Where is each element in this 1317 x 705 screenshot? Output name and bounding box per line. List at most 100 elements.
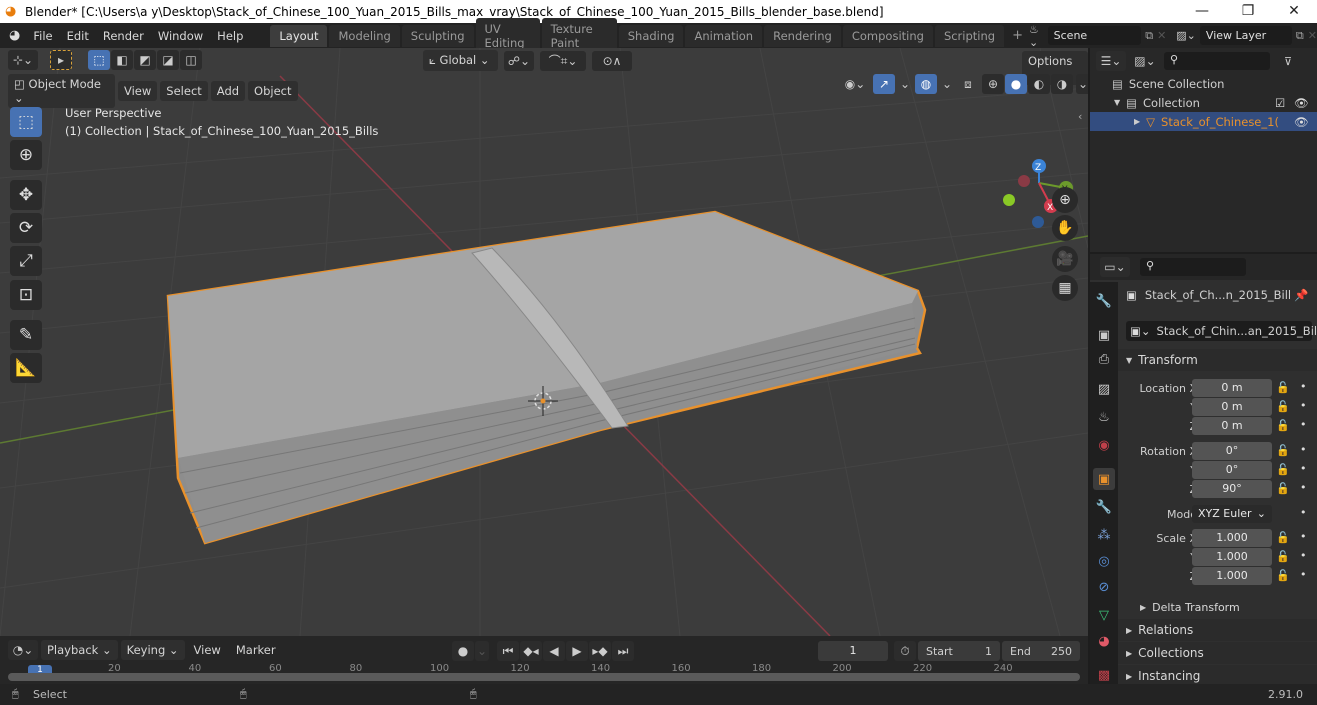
pan-view-icon[interactable]: ✋ <box>1052 215 1078 241</box>
lock-icon[interactable]: 🔓 <box>1276 531 1290 544</box>
select-invert-icon[interactable]: ◪ <box>157 50 179 70</box>
lock-icon[interactable]: 🔓 <box>1276 419 1290 432</box>
tool-transform[interactable]: ⊡ <box>10 280 42 310</box>
object-tab-icon[interactable]: ▣ <box>1093 468 1115 490</box>
tab-layout[interactable]: Layout <box>270 24 328 47</box>
menu-window[interactable]: Window <box>151 29 210 43</box>
rotation-x-field[interactable]: 0° <box>1192 442 1272 460</box>
play-reverse-icon[interactable]: ◀ <box>543 641 565 661</box>
overlay-dropdown-icon[interactable]: ⌄ <box>940 74 954 94</box>
scene-field[interactable]: Scene <box>1047 26 1142 45</box>
gizmo-neg-y-axis[interactable] <box>1003 194 1015 206</box>
keyframe-dot-icon[interactable]: • <box>1300 418 1307 431</box>
relations-panel-header[interactable]: ▶ Relations <box>1118 619 1317 641</box>
delete-scene-icon[interactable]: ✕ <box>1157 29 1166 42</box>
overlay-toggle-icon[interactable]: ◍ <box>915 74 937 94</box>
exclude-checkbox[interactable]: ☑ <box>1275 96 1285 110</box>
end-frame-field[interactable]: End 250 <box>1002 641 1080 661</box>
keying-set-dropdown-icon[interactable]: ⌄ <box>475 641 489 661</box>
menu-render[interactable]: Render <box>96 29 151 43</box>
object-data-field[interactable]: ▣⌄ Stack_of_Chin...an_2015_Bills <box>1126 321 1317 341</box>
pin-icon[interactable]: 📌 <box>1294 288 1308 302</box>
current-frame-field[interactable]: 1 <box>818 641 888 661</box>
keyframe-dot-icon[interactable]: • <box>1300 549 1307 562</box>
keyframe-dot-icon[interactable]: • <box>1300 399 1307 412</box>
orientation-dropdown[interactable]: ⟀ Global ⌄ <box>423 50 498 71</box>
keyframe-dot-icon[interactable]: • <box>1300 481 1307 494</box>
object-visibility-eye-icon[interactable]: 👁 <box>1294 115 1309 129</box>
mode-dropdown[interactable]: ◰ Object Mode ⌄ <box>8 74 115 108</box>
view-layer-filter-icon[interactable]: ▨⌄ <box>1130 51 1160 71</box>
select-intersect-icon[interactable]: ◫ <box>180 50 202 70</box>
3d-viewport[interactable]: Z Y X ⊹⌄ ▸ ⬚ ◧ ◩ ◪ ◫ ⟀ Global ⌄ ☍⌄ ⌒⌗⌄ ⊙… <box>0 48 1088 636</box>
tool-annotate[interactable]: ✎ <box>10 320 42 350</box>
gizmo-dropdown-icon[interactable]: ⌄ <box>898 74 912 94</box>
data-tab-icon[interactable]: ▽ <box>1093 604 1115 626</box>
gizmo-neg-x-axis[interactable] <box>1018 175 1030 187</box>
location-x-field[interactable]: 0 m <box>1192 379 1272 397</box>
keyframe-dot-icon[interactable]: • <box>1300 462 1307 475</box>
add-workspace-button[interactable]: + <box>1012 28 1023 43</box>
shading-dropdown-icon[interactable]: ⌄ <box>1076 74 1088 94</box>
outliner-collection[interactable]: ▼ ▤ Collection ☑ 👁 <box>1090 93 1317 112</box>
world-tab-icon[interactable]: ◉ <box>1093 434 1115 456</box>
keyframe-dot-icon[interactable]: • <box>1300 443 1307 456</box>
delta-transform-subpanel[interactable]: ▶ Delta Transform <box>1118 596 1317 618</box>
tab-animation[interactable]: Animation <box>685 24 763 47</box>
keying-dropdown[interactable]: Keying ⌄ <box>120 640 185 660</box>
gizmo-toggle-icon[interactable]: ↗ <box>873 74 895 94</box>
new-scene-icon[interactable]: ⧉ <box>1145 29 1153 43</box>
orthographic-toggle-icon[interactable]: ▦ <box>1052 275 1078 301</box>
view-layer-icon[interactable]: ▨⌄ <box>1176 29 1196 42</box>
keyframe-dot-icon[interactable]: • <box>1300 568 1307 581</box>
particles-tab-icon[interactable]: ⁂ <box>1093 524 1115 546</box>
play-icon[interactable]: ▶ <box>566 641 588 661</box>
lock-icon[interactable]: 🔓 <box>1276 482 1290 495</box>
render-tab-icon[interactable]: ▣ <box>1093 324 1115 346</box>
auto-keying-icon[interactable]: ● <box>452 641 474 661</box>
scale-x-field[interactable]: 1.000 <box>1192 529 1272 547</box>
select-extend-icon[interactable]: ◧ <box>111 50 133 70</box>
visibility-icon[interactable]: ◉⌄ <box>840 74 870 94</box>
keyframe-dot-icon[interactable]: • <box>1300 380 1307 393</box>
lock-icon[interactable]: 🔓 <box>1276 550 1290 563</box>
sidebar-toggle-icon[interactable]: ‹ <box>1078 110 1082 123</box>
view-layer-field[interactable]: View Layer <box>1199 26 1292 45</box>
jump-start-icon[interactable]: ⏮ <box>497 641 519 661</box>
menu-select[interactable]: Select <box>160 81 208 101</box>
prev-keyframe-icon[interactable]: ◆◂ <box>520 641 542 661</box>
expand-arrow-icon[interactable]: ▶ <box>1134 117 1140 126</box>
wireframe-shading-icon[interactable]: ⊕ <box>982 74 1004 94</box>
visibility-eye-icon[interactable]: 👁 <box>1294 96 1309 110</box>
bill-stack-object[interactable] <box>166 210 927 545</box>
lock-icon[interactable]: 🔓 <box>1276 463 1290 476</box>
lock-icon[interactable]: 🔓 <box>1276 569 1290 582</box>
outliner-search-input[interactable]: ⚲ <box>1164 52 1270 70</box>
collapse-arrow-icon[interactable]: ▼ <box>1114 98 1120 107</box>
camera-view-icon[interactable]: 🎥 <box>1052 246 1078 272</box>
physics-tab-icon[interactable]: ◎ <box>1093 550 1115 572</box>
frame-ruler[interactable]: 1 20 40 60 80 100 120 140 160 180 200 220 240 <box>0 663 1088 684</box>
tool-cursor[interactable]: ⊕ <box>10 140 42 170</box>
preview-range-icon[interactable]: ⏱ <box>894 641 916 661</box>
filter-icon[interactable]: ⊽ <box>1284 55 1292 68</box>
timeline-menu-marker[interactable]: Marker <box>230 640 282 660</box>
collections-panel-header[interactable]: ▶ Collections <box>1118 642 1317 664</box>
minimize-button[interactable]: — <box>1179 0 1225 23</box>
editor-type-icon[interactable]: ▭⌄ <box>1100 257 1130 277</box>
tool-select-box[interactable]: ⬚ <box>10 107 42 137</box>
properties-search-input[interactable]: ⚲ <box>1140 258 1246 276</box>
jump-end-icon[interactable]: ⏭ <box>612 641 634 661</box>
menu-object[interactable]: Object <box>248 81 298 101</box>
constraints-tab-icon[interactable]: ⊘ <box>1093 576 1115 598</box>
close-button[interactable]: ✕ <box>1271 0 1317 23</box>
tab-rendering[interactable]: Rendering <box>764 24 841 47</box>
menu-view[interactable]: View <box>118 81 158 101</box>
timeline-editor-type-icon[interactable]: ◔⌄ <box>8 640 38 660</box>
rotation-y-field[interactable]: 0° <box>1192 461 1272 479</box>
zoom-view-icon[interactable]: ⊕ <box>1052 187 1078 213</box>
tab-modeling[interactable]: Modeling <box>329 24 400 47</box>
menu-add[interactable]: Add <box>210 81 246 101</box>
blender-menu-icon[interactable]: ◕ <box>9 28 20 43</box>
maximize-button[interactable]: ❐ <box>1225 0 1271 23</box>
